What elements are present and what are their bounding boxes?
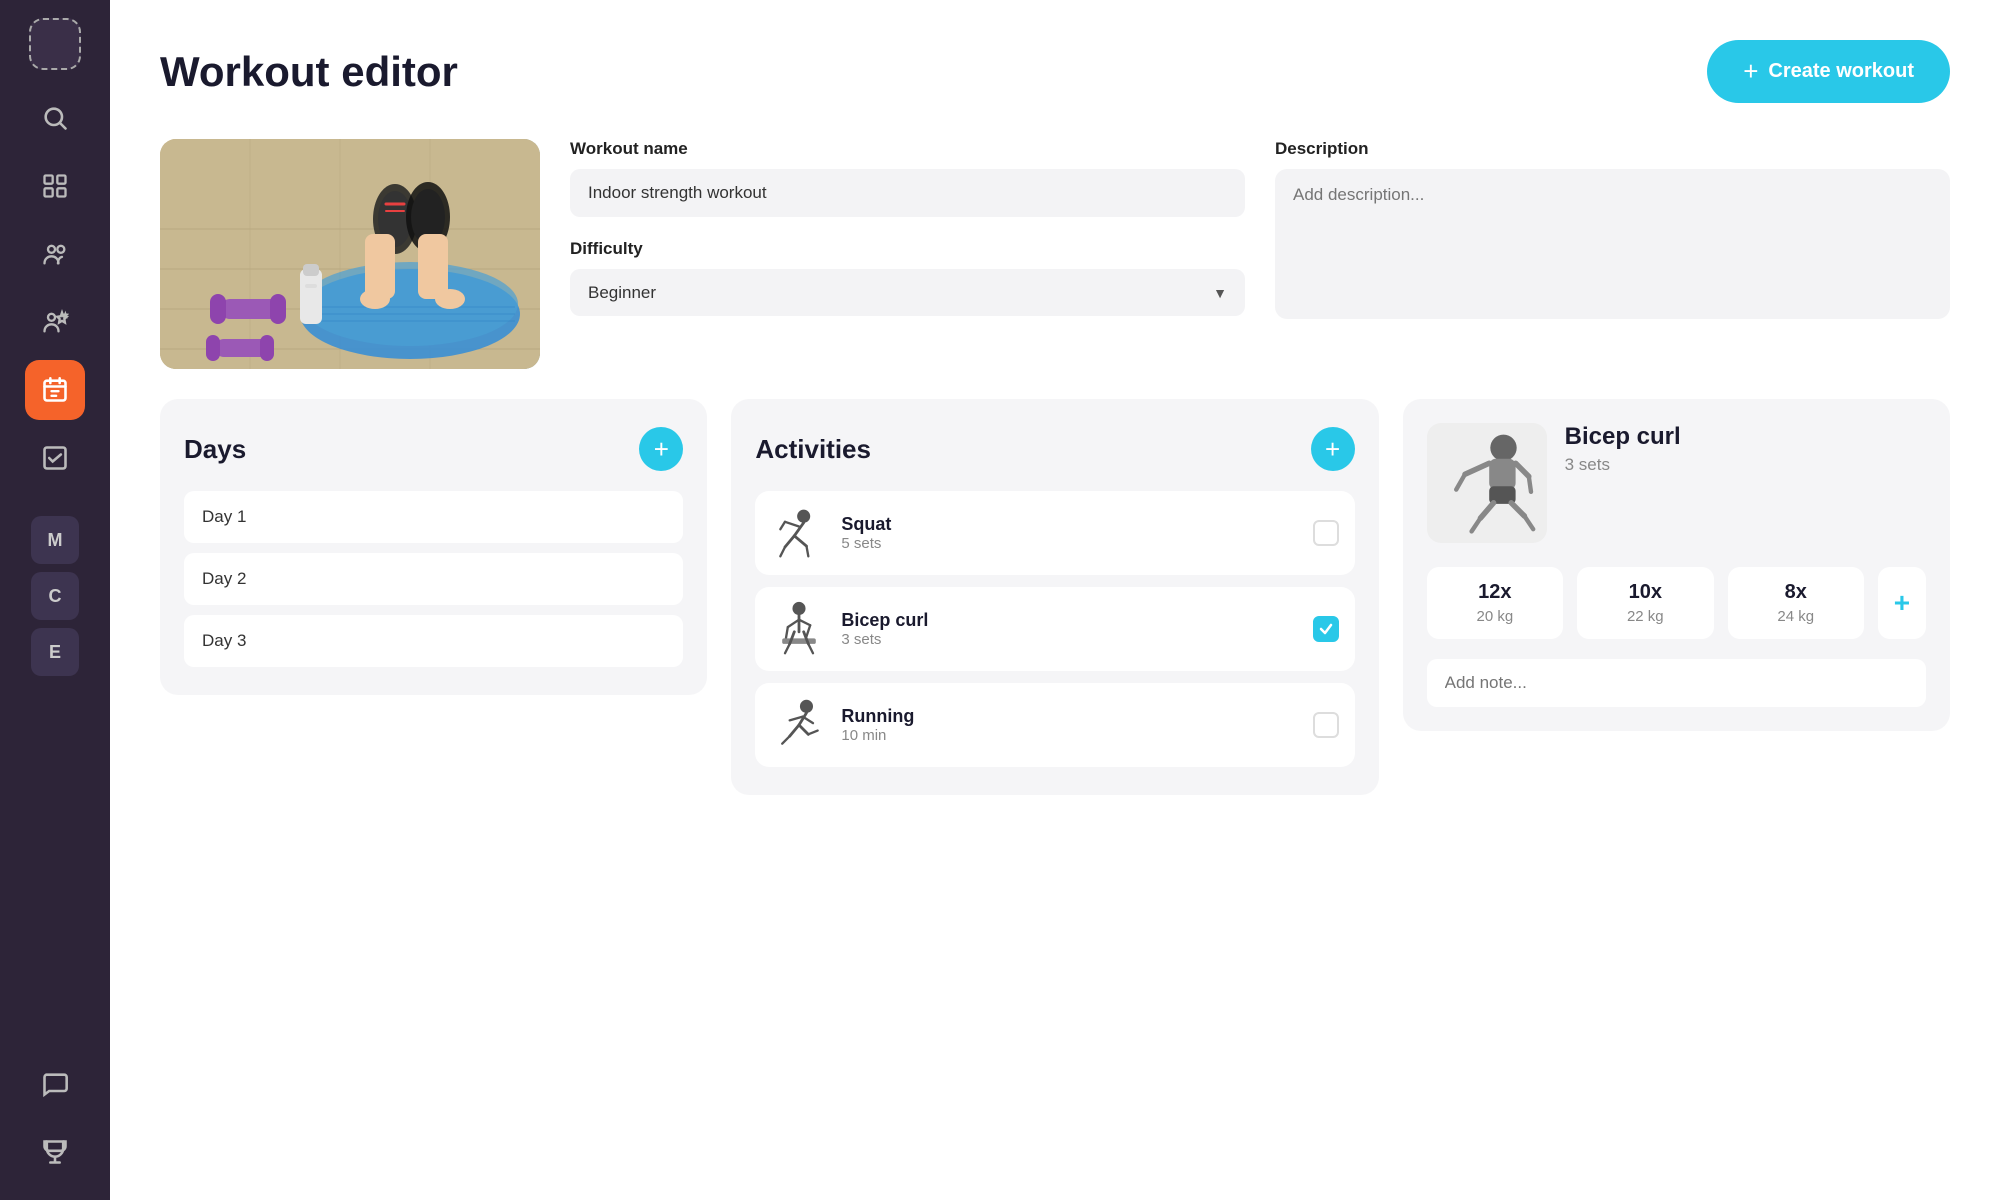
activity-running[interactable]: Running 10 min <box>755 683 1354 767</box>
running-figure <box>771 697 827 753</box>
bottom-row: Days + Day 1 Day 2 Day 3 Activities + <box>160 399 1950 795</box>
squat-checkbox[interactable] <box>1313 520 1339 546</box>
activities-panel-header: Activities + <box>755 427 1354 471</box>
description-label: Description <box>1275 139 1950 159</box>
plus-icon: + <box>1743 56 1758 87</box>
running-checkbox[interactable] <box>1313 712 1339 738</box>
set-card-1[interactable]: 12x 20 kg <box>1427 567 1563 639</box>
bicep-curl-info: Bicep curl 3 sets <box>841 610 1298 648</box>
activities-panel-title: Activities <box>755 434 871 465</box>
sidebar-letter-m[interactable]: M <box>31 516 79 564</box>
workout-image <box>160 139 540 369</box>
difficulty-label: Difficulty <box>570 239 1245 259</box>
detail-info: Bicep curl 3 sets <box>1565 423 1681 475</box>
form-left: Workout name Difficulty Beginner Interme… <box>570 139 1245 324</box>
top-row: Workout name Difficulty Beginner Interme… <box>160 139 1950 369</box>
sidebar-letter-c[interactable]: C <box>31 572 79 620</box>
activity-squat[interactable]: Squat 5 sets <box>755 491 1354 575</box>
detail-header: Bicep curl 3 sets <box>1427 423 1926 543</box>
detail-exercise-figure <box>1427 423 1547 543</box>
set-card-3[interactable]: 8x 24 kg <box>1728 567 1864 639</box>
bicep-curl-checkbox[interactable] <box>1313 616 1339 642</box>
activity-bicep-curl[interactable]: Bicep curl 3 sets <box>755 587 1354 671</box>
sets-row: 12x 20 kg 10x 22 kg 8x 24 kg + <box>1427 567 1926 639</box>
description-input[interactable] <box>1275 169 1950 319</box>
sidebar-item-starred[interactable] <box>25 292 85 352</box>
sidebar-item-chat[interactable] <box>25 1054 85 1114</box>
squat-info: Squat 5 sets <box>841 514 1298 552</box>
difficulty-select[interactable]: Beginner Intermediate Advanced <box>570 269 1245 316</box>
note-input[interactable] <box>1427 659 1926 707</box>
workout-form: Workout name Difficulty Beginner Interme… <box>570 139 1950 324</box>
detail-panel: Bicep curl 3 sets 12x 20 kg 10x 22 kg 8x <box>1403 399 1950 731</box>
bicep-figure <box>771 601 827 657</box>
main-content: Workout editor + Create workout <box>110 0 2000 1200</box>
sidebar-item-dashboard[interactable] <box>25 156 85 216</box>
sidebar-letter-e[interactable]: E <box>31 628 79 676</box>
add-activity-button[interactable]: + <box>1311 427 1355 471</box>
squat-figure <box>771 505 827 561</box>
sidebar-item-people[interactable] <box>25 224 85 284</box>
add-day-button[interactable]: + <box>639 427 683 471</box>
day-2-item[interactable]: Day 2 <box>184 553 683 605</box>
sidebar-item-trophy[interactable] <box>25 1122 85 1182</box>
plus-icon: + <box>654 434 669 465</box>
running-info: Running 10 min <box>841 706 1298 744</box>
create-workout-button[interactable]: + Create workout <box>1707 40 1950 103</box>
sidebar-item-search[interactable] <box>25 88 85 148</box>
plus-icon: + <box>1325 434 1340 465</box>
sidebar: M C E <box>0 0 110 1200</box>
days-panel-title: Days <box>184 434 246 465</box>
workout-name-label: Workout name <box>570 139 1245 159</box>
activities-panel: Activities + <box>731 399 1378 795</box>
app-logo <box>29 18 81 70</box>
days-panel-header: Days + <box>184 427 683 471</box>
days-panel: Days + Day 1 Day 2 Day 3 <box>160 399 707 695</box>
day-3-item[interactable]: Day 3 <box>184 615 683 667</box>
form-right: Description <box>1275 139 1950 324</box>
add-set-button[interactable]: + <box>1878 567 1926 639</box>
day-1-item[interactable]: Day 1 <box>184 491 683 543</box>
difficulty-select-wrapper: Beginner Intermediate Advanced ▼ <box>570 269 1245 316</box>
page-title: Workout editor <box>160 48 458 96</box>
workout-name-input[interactable] <box>570 169 1245 217</box>
sidebar-item-workout-editor[interactable] <box>25 360 85 420</box>
set-card-2[interactable]: 10x 22 kg <box>1577 567 1713 639</box>
page-header: Workout editor + Create workout <box>160 40 1950 103</box>
sidebar-item-checklist[interactable] <box>25 428 85 488</box>
